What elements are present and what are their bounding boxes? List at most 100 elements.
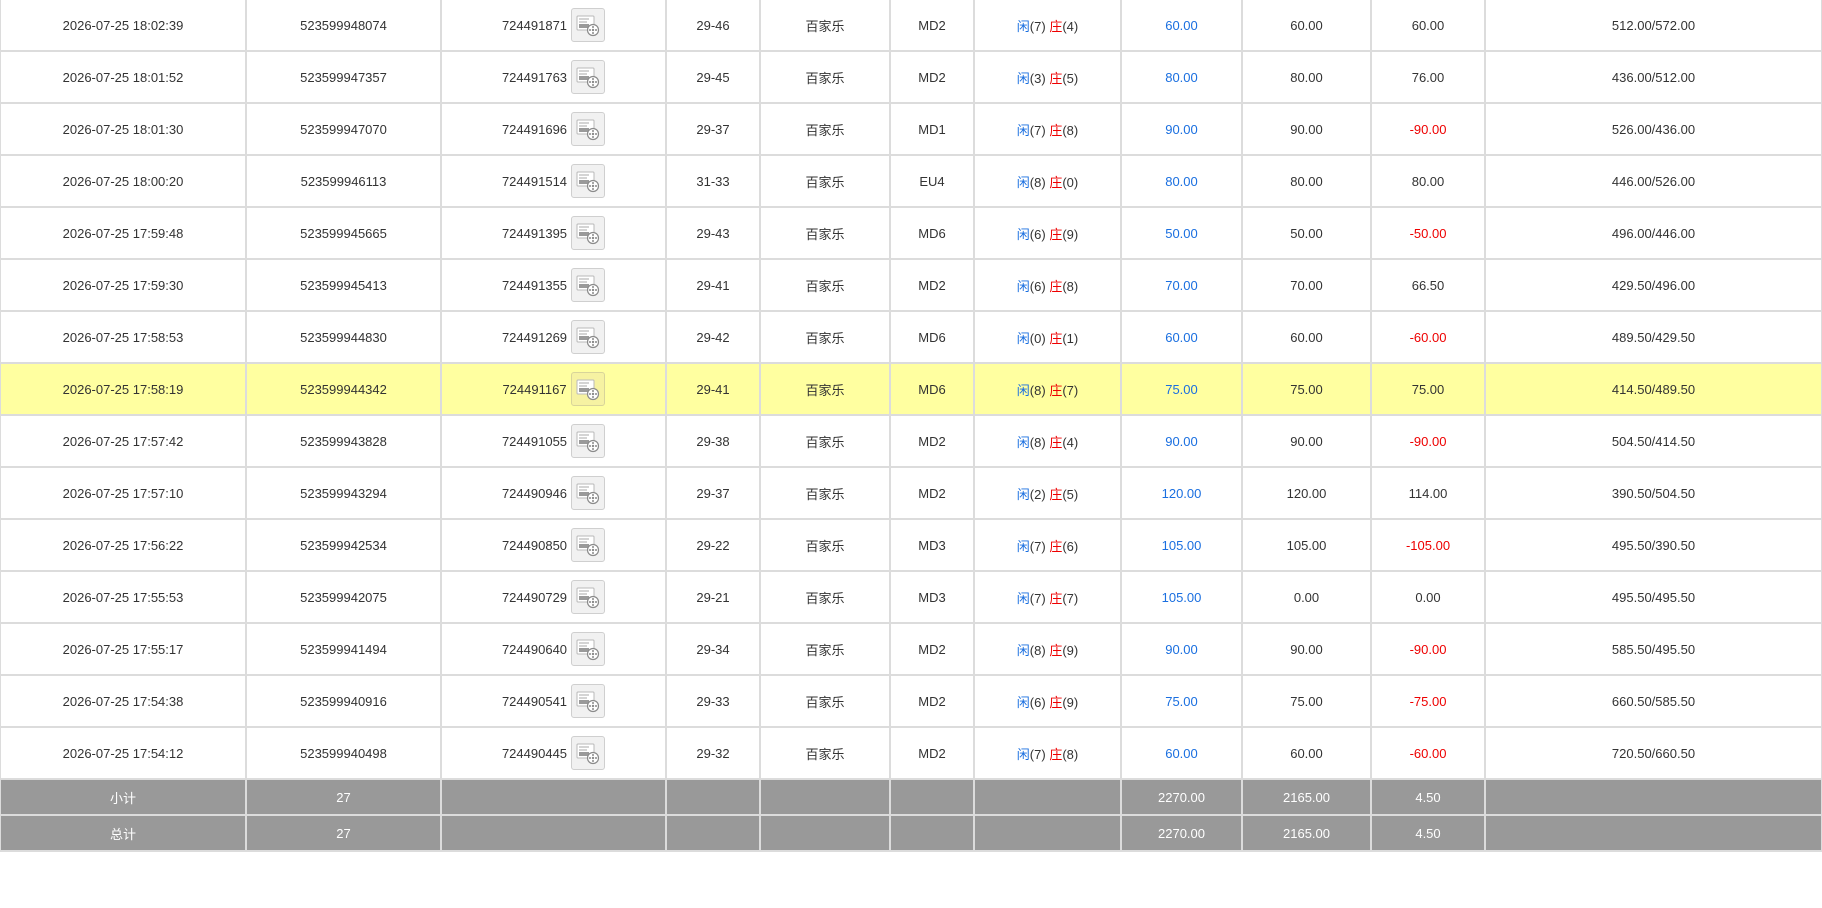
bet-amount-cell[interactable]: 105.00: [1120, 518, 1243, 572]
video-record-icon: [576, 431, 600, 453]
video-record-icon: [576, 15, 600, 37]
table-code-cell: MD2: [889, 258, 975, 312]
bet-time-cell: 2026-07-25 17:58:19: [0, 362, 247, 416]
banker-points: (9): [1062, 226, 1079, 242]
result-cell: 闲(7) 庄(8): [973, 726, 1122, 780]
video-record-button[interactable]: [571, 60, 606, 94]
bet-amount-cell[interactable]: 50.00: [1120, 206, 1243, 260]
video-record-button[interactable]: [571, 476, 606, 510]
game-cell: 百家乐: [759, 622, 891, 676]
table-row[interactable]: 2026-07-25 17:55:53 523599942075 7244907…: [0, 570, 1822, 624]
table-row[interactable]: 2026-07-25 17:59:30 523599945413 7244913…: [0, 258, 1822, 312]
balance-cell: 429.50/496.00: [1484, 258, 1822, 312]
table-row[interactable]: 2026-07-25 17:56:22 523599942534 7244908…: [0, 518, 1822, 572]
banker-points: (8): [1062, 746, 1079, 762]
video-record-button[interactable]: [571, 164, 606, 198]
result-cell: 闲(7) 庄(4): [973, 0, 1122, 52]
video-record-button[interactable]: [571, 580, 606, 614]
bet-amount-cell[interactable]: 60.00: [1120, 726, 1243, 780]
table-row[interactable]: 2026-07-25 17:54:12 523599940498 7244904…: [0, 726, 1822, 780]
table-summary: 小计 27 2270.00 2165.00 4.50 总计 27 2270.00…: [0, 778, 1822, 852]
video-record-button[interactable]: [570, 372, 605, 406]
table-row[interactable]: 2026-07-25 18:01:30 523599947070 7244916…: [0, 102, 1822, 156]
bet-amount-cell[interactable]: 90.00: [1120, 102, 1243, 156]
player-label: 闲: [1016, 746, 1030, 762]
table-row[interactable]: 2026-07-25 18:01:52 523599947357 7244917…: [0, 50, 1822, 104]
balance-cell: 495.50/495.50: [1484, 570, 1822, 624]
shoe-cell: 29-43: [665, 206, 761, 260]
player-points: (3): [1029, 70, 1046, 86]
video-record-button[interactable]: [571, 632, 606, 666]
player-points: (2): [1029, 486, 1046, 502]
game-cell: 百家乐: [759, 362, 891, 416]
video-record-button[interactable]: [571, 736, 606, 770]
player-points: (8): [1029, 174, 1046, 190]
bet-amount-cell[interactable]: 60.00: [1120, 310, 1243, 364]
bet-number-cell: 523599943294: [245, 466, 442, 520]
bet-amount-cell[interactable]: 75.00: [1120, 362, 1243, 416]
bet-amount-cell[interactable]: 90.00: [1120, 622, 1243, 676]
video-record-button[interactable]: [571, 216, 606, 250]
game-cell: 百家乐: [759, 310, 891, 364]
game-cell: 百家乐: [759, 466, 891, 520]
video-record-button[interactable]: [571, 320, 606, 354]
game-cell: 百家乐: [759, 206, 891, 260]
table-row[interactable]: 2026-07-25 17:58:53 523599944830 7244912…: [0, 310, 1822, 364]
valid-bet-cell: 70.00: [1241, 258, 1372, 312]
table-row[interactable]: 2026-07-25 18:02:39 523599948074 7244918…: [0, 0, 1822, 52]
table-row[interactable]: 2026-07-25 17:57:42 523599943828 7244910…: [0, 414, 1822, 468]
bet-number-cell: 523599940498: [245, 726, 442, 780]
shoe-cell: 29-46: [665, 0, 761, 52]
banker-label: 庄: [1049, 486, 1063, 502]
table-code-cell: MD2: [889, 622, 975, 676]
table-row[interactable]: 2026-07-25 17:54:38 523599940916 7244905…: [0, 674, 1822, 728]
video-record-button[interactable]: [571, 112, 606, 146]
video-record-button[interactable]: [571, 268, 606, 302]
balance-cell: 585.50/495.50: [1484, 622, 1822, 676]
valid-bet-cell: 75.00: [1241, 362, 1372, 416]
player-points: (6): [1029, 278, 1046, 294]
video-record-icon: [576, 691, 600, 713]
bet-amount-cell[interactable]: 90.00: [1120, 414, 1243, 468]
total-bet: 2270.00: [1120, 814, 1243, 852]
shoe-cell: 29-22: [665, 518, 761, 572]
video-record-button[interactable]: [571, 528, 606, 562]
bet-amount-cell[interactable]: 80.00: [1120, 154, 1243, 208]
banker-points: (6): [1062, 538, 1079, 554]
round-number: 724491167: [502, 381, 567, 397]
game-cell: 百家乐: [759, 154, 891, 208]
bet-amount-cell[interactable]: 70.00: [1120, 258, 1243, 312]
total-row: 总计 27 2270.00 2165.00 4.50: [0, 814, 1822, 852]
player-points: (8): [1029, 382, 1046, 398]
bet-amount-cell[interactable]: 75.00: [1120, 674, 1243, 728]
shoe-cell: 29-45: [665, 50, 761, 104]
table-row[interactable]: 2026-07-25 17:57:10 523599943294 7244909…: [0, 466, 1822, 520]
table-code-cell: MD2: [889, 0, 975, 52]
video-record-icon: [576, 535, 600, 557]
valid-bet-cell: 60.00: [1241, 310, 1372, 364]
banker-points: (5): [1062, 486, 1079, 502]
banker-points: (9): [1062, 694, 1079, 710]
round-number: 724491696: [501, 121, 568, 137]
player-label: 闲: [1016, 122, 1030, 138]
bet-amount-cell[interactable]: 105.00: [1120, 570, 1243, 624]
win-loss-cell: -105.00: [1370, 518, 1486, 572]
player-points: (6): [1029, 226, 1046, 242]
bet-amount-cell[interactable]: 60.00: [1120, 0, 1243, 52]
player-points: (0): [1029, 330, 1046, 346]
player-points: (7): [1029, 18, 1046, 34]
video-record-button[interactable]: [571, 8, 606, 42]
bet-amount-cell[interactable]: 80.00: [1120, 50, 1243, 104]
table-row[interactable]: 2026-07-25 17:55:17 523599941494 7244906…: [0, 622, 1822, 676]
bet-time-cell: 2026-07-25 18:01:52: [0, 50, 247, 104]
video-record-button[interactable]: [571, 684, 606, 718]
round-number: 724490850: [501, 537, 568, 553]
table-row[interactable]: 2026-07-25 17:58:19 523599944342 7244911…: [0, 362, 1822, 416]
table-row[interactable]: 2026-07-25 17:59:48 523599945665 7244913…: [0, 206, 1822, 260]
table-row[interactable]: 2026-07-25 18:00:20 523599946113 7244915…: [0, 154, 1822, 208]
bet-amount-cell[interactable]: 120.00: [1120, 466, 1243, 520]
balance-cell: 504.50/414.50: [1484, 414, 1822, 468]
subtotal-bet: 2270.00: [1120, 778, 1243, 816]
video-record-button[interactable]: [571, 424, 606, 458]
table-code-cell: MD2: [889, 466, 975, 520]
